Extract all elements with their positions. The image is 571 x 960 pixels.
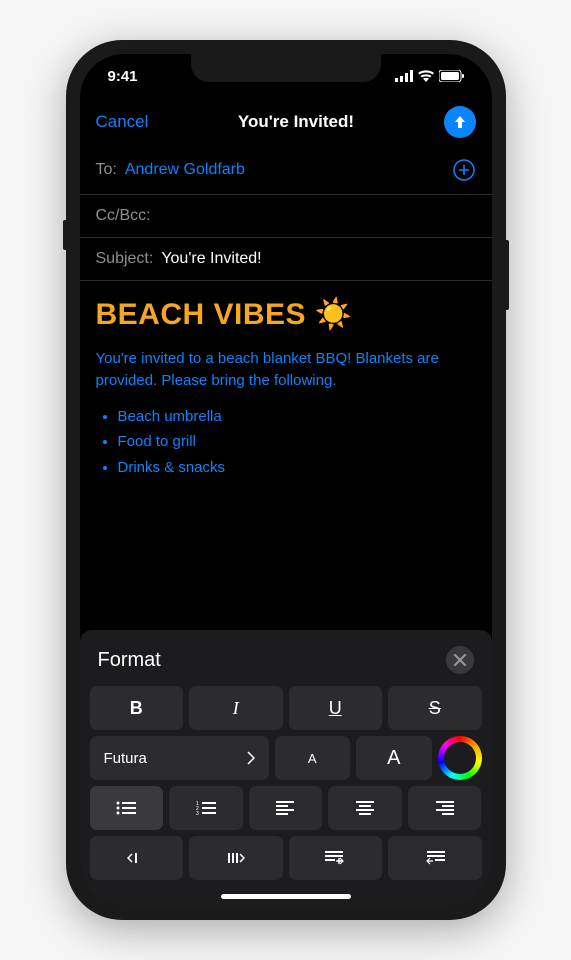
text-direction-rtl-button[interactable]	[388, 836, 482, 880]
notch	[191, 54, 381, 82]
underline-button[interactable]: U	[289, 686, 383, 730]
body-paragraph: You're invited to a beach blanket BBQ! B…	[96, 348, 476, 392]
numbered-list-icon: 123	[196, 801, 216, 815]
close-icon	[454, 654, 466, 666]
list-item: Drinks & snacks	[118, 455, 476, 481]
rtl-icon	[425, 851, 445, 865]
ccbcc-label: Cc/Bcc:	[96, 207, 151, 225]
format-title: Format	[98, 649, 161, 672]
font-name: Futura	[104, 750, 147, 767]
ltr-icon	[325, 851, 345, 865]
outdent-button[interactable]	[90, 836, 184, 880]
subject-field[interactable]: Subject: You're Invited!	[80, 238, 492, 281]
battery-icon	[439, 70, 464, 82]
subject-label: Subject:	[96, 250, 154, 268]
to-recipient: Andrew Goldfarb	[125, 161, 245, 179]
home-indicator[interactable]	[221, 894, 351, 899]
plus-circle-icon	[453, 159, 475, 181]
list-item: Beach umbrella	[118, 404, 476, 430]
font-picker-button[interactable]: Futura	[90, 736, 269, 780]
format-panel: Format B I U S Futura A A	[80, 630, 492, 906]
page-title: You're Invited!	[238, 112, 354, 132]
subject-value: You're Invited!	[161, 250, 475, 268]
text-direction-ltr-button[interactable]	[289, 836, 383, 880]
to-label: To:	[96, 161, 117, 179]
body-list: Beach umbrella Food to grill Drinks & sn…	[96, 404, 476, 481]
chevron-right-icon	[247, 751, 255, 765]
email-body[interactable]: BEACH VIBES ☀️ You're invited to a beach…	[80, 281, 492, 630]
align-left-button[interactable]	[249, 786, 323, 830]
arrow-up-icon	[452, 114, 468, 130]
send-button[interactable]	[444, 106, 476, 138]
svg-text:3: 3	[196, 811, 199, 815]
wifi-icon	[418, 70, 434, 82]
status-time: 9:41	[108, 68, 138, 85]
close-format-button[interactable]	[446, 646, 474, 674]
compose-header: Cancel You're Invited!	[80, 98, 492, 146]
body-heading: BEACH VIBES ☀️	[96, 297, 476, 332]
bullet-list-icon	[116, 801, 136, 815]
align-right-button[interactable]	[408, 786, 482, 830]
screen: 9:41 Cancel You're Invited! To: Andrew G…	[80, 54, 492, 906]
align-right-icon	[436, 801, 454, 815]
cellular-icon	[395, 70, 413, 82]
numbered-list-button[interactable]: 123	[169, 786, 243, 830]
align-center-icon	[356, 801, 374, 815]
font-size-large-button[interactable]: A	[356, 736, 432, 780]
outdent-icon	[127, 851, 145, 865]
bold-button[interactable]: B	[90, 686, 184, 730]
ccbcc-field[interactable]: Cc/Bcc:	[80, 195, 492, 238]
add-recipient-button[interactable]	[452, 158, 476, 182]
text-color-button[interactable]	[438, 736, 482, 780]
align-center-button[interactable]	[328, 786, 402, 830]
align-left-icon	[276, 801, 294, 815]
to-field[interactable]: To: Andrew Goldfarb	[80, 146, 492, 195]
bullet-list-button[interactable]	[90, 786, 164, 830]
italic-button[interactable]: I	[189, 686, 283, 730]
phone-frame: 9:41 Cancel You're Invited! To: Andrew G…	[66, 40, 506, 920]
indent-icon	[227, 851, 245, 865]
list-item: Food to grill	[118, 429, 476, 455]
font-size-small-button[interactable]: A	[275, 736, 351, 780]
cancel-button[interactable]: Cancel	[96, 112, 149, 132]
indent-button[interactable]	[189, 836, 283, 880]
strikethrough-button[interactable]: S	[388, 686, 482, 730]
